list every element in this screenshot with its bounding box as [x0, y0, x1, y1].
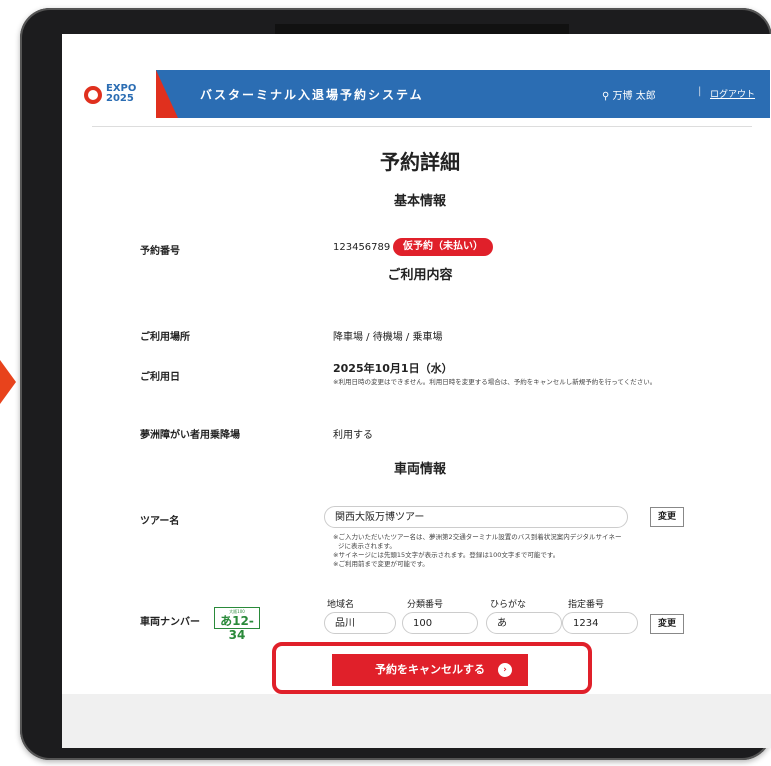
region-input[interactable]: 品川	[324, 612, 396, 634]
tablet-frame: EXPO 2025 バスターミナル入退場予約システム ⚲ 万博 太郎 | ログア…	[20, 8, 771, 760]
user-info: ⚲ 万博 太郎	[602, 87, 656, 102]
tour-note-4: ※ご利用前まで変更が可能です。	[333, 560, 429, 568]
usage-place-value: 降車場 / 待機場 / 乗車場	[333, 332, 443, 343]
header-accent-shape	[156, 70, 178, 118]
expo-logo-icon	[84, 86, 102, 104]
logo[interactable]: EXPO 2025	[70, 70, 156, 118]
hiragana-label: ひらがな	[490, 600, 527, 610]
reservation-number-label: 予約番号	[140, 246, 180, 257]
section-usage-title: ご利用内容	[387, 268, 453, 283]
section-basic-title: 基本情報	[393, 194, 446, 209]
plate-label: 車両ナンバー	[140, 617, 200, 628]
page: EXPO 2025 バスターミナル入退場予約システム ⚲ 万博 太郎 | ログア…	[62, 34, 771, 694]
page-title: 予約詳細	[380, 150, 460, 174]
status-badge: 仮予約（未払い）	[393, 238, 493, 256]
section-vehicle-title: 車両情報	[393, 462, 446, 477]
tablet-screen: EXPO 2025 バスターミナル入退場予約システム ⚲ 万博 太郎 | ログア…	[62, 34, 771, 748]
license-plate-icon: 大阪100 あ12-34	[214, 607, 260, 642]
header-divider-line	[92, 126, 752, 127]
designated-number-input[interactable]: 1234	[562, 612, 638, 634]
class-number-input[interactable]: 100	[402, 612, 478, 634]
reservation-number-value: 123456789	[333, 242, 391, 253]
region-label: 地域名	[327, 600, 355, 610]
usage-date-value: 2025年10月1日（水）	[333, 362, 453, 375]
user-icon: ⚲	[602, 91, 610, 102]
cancel-reservation-button[interactable]: 予約をキャンセルする ›	[332, 654, 528, 686]
usage-date-label: ご利用日	[140, 372, 180, 383]
plate-change-button[interactable]: 変更	[650, 614, 684, 634]
chevron-right-icon: ›	[498, 663, 512, 677]
tour-name-input[interactable]: 関西大阪万博ツアー	[324, 506, 628, 528]
plate-number-text: あ12-34	[220, 614, 254, 642]
accessible-stop-label: 夢洲障がい者用乗降場	[140, 430, 240, 441]
tour-change-button[interactable]: 変更	[650, 507, 684, 527]
logout-link[interactable]: ログアウト	[710, 87, 755, 100]
pointer-arrow-icon	[0, 360, 16, 404]
tour-note-1: ※ご入力いただいたツアー名は、夢洲第2交通ターミナル設置のバス到着状況案内デジタ…	[333, 533, 622, 541]
header-divider: |	[698, 86, 702, 97]
app-header: EXPO 2025 バスターミナル入退場予約システム ⚲ 万博 太郎 | ログア…	[70, 70, 770, 118]
usage-date-note: ※利用日時の変更はできません。利用日時を変更する場合は、予約をキャンセルし新規予…	[333, 378, 657, 386]
accessible-stop-value: 利用する	[333, 430, 373, 441]
tour-note-2: ジに表示されます。	[338, 542, 396, 550]
hiragana-input[interactable]: あ	[486, 612, 562, 634]
cancel-button-label: 予約をキャンセルする	[375, 663, 485, 676]
class-number-label: 分類番号	[407, 600, 444, 610]
tour-name-label: ツアー名	[140, 516, 180, 527]
logo-text: EXPO 2025	[106, 83, 137, 104]
user-name: 万博 太郎	[612, 91, 656, 102]
tour-note-3: ※サイネージには先頭15文字が表示されます。登録は100文字まで可能です。	[333, 551, 560, 559]
usage-place-label: ご利用場所	[140, 332, 190, 343]
system-title: バスターミナル入退場予約システム	[200, 88, 424, 102]
designated-number-label: 指定番号	[568, 600, 605, 610]
